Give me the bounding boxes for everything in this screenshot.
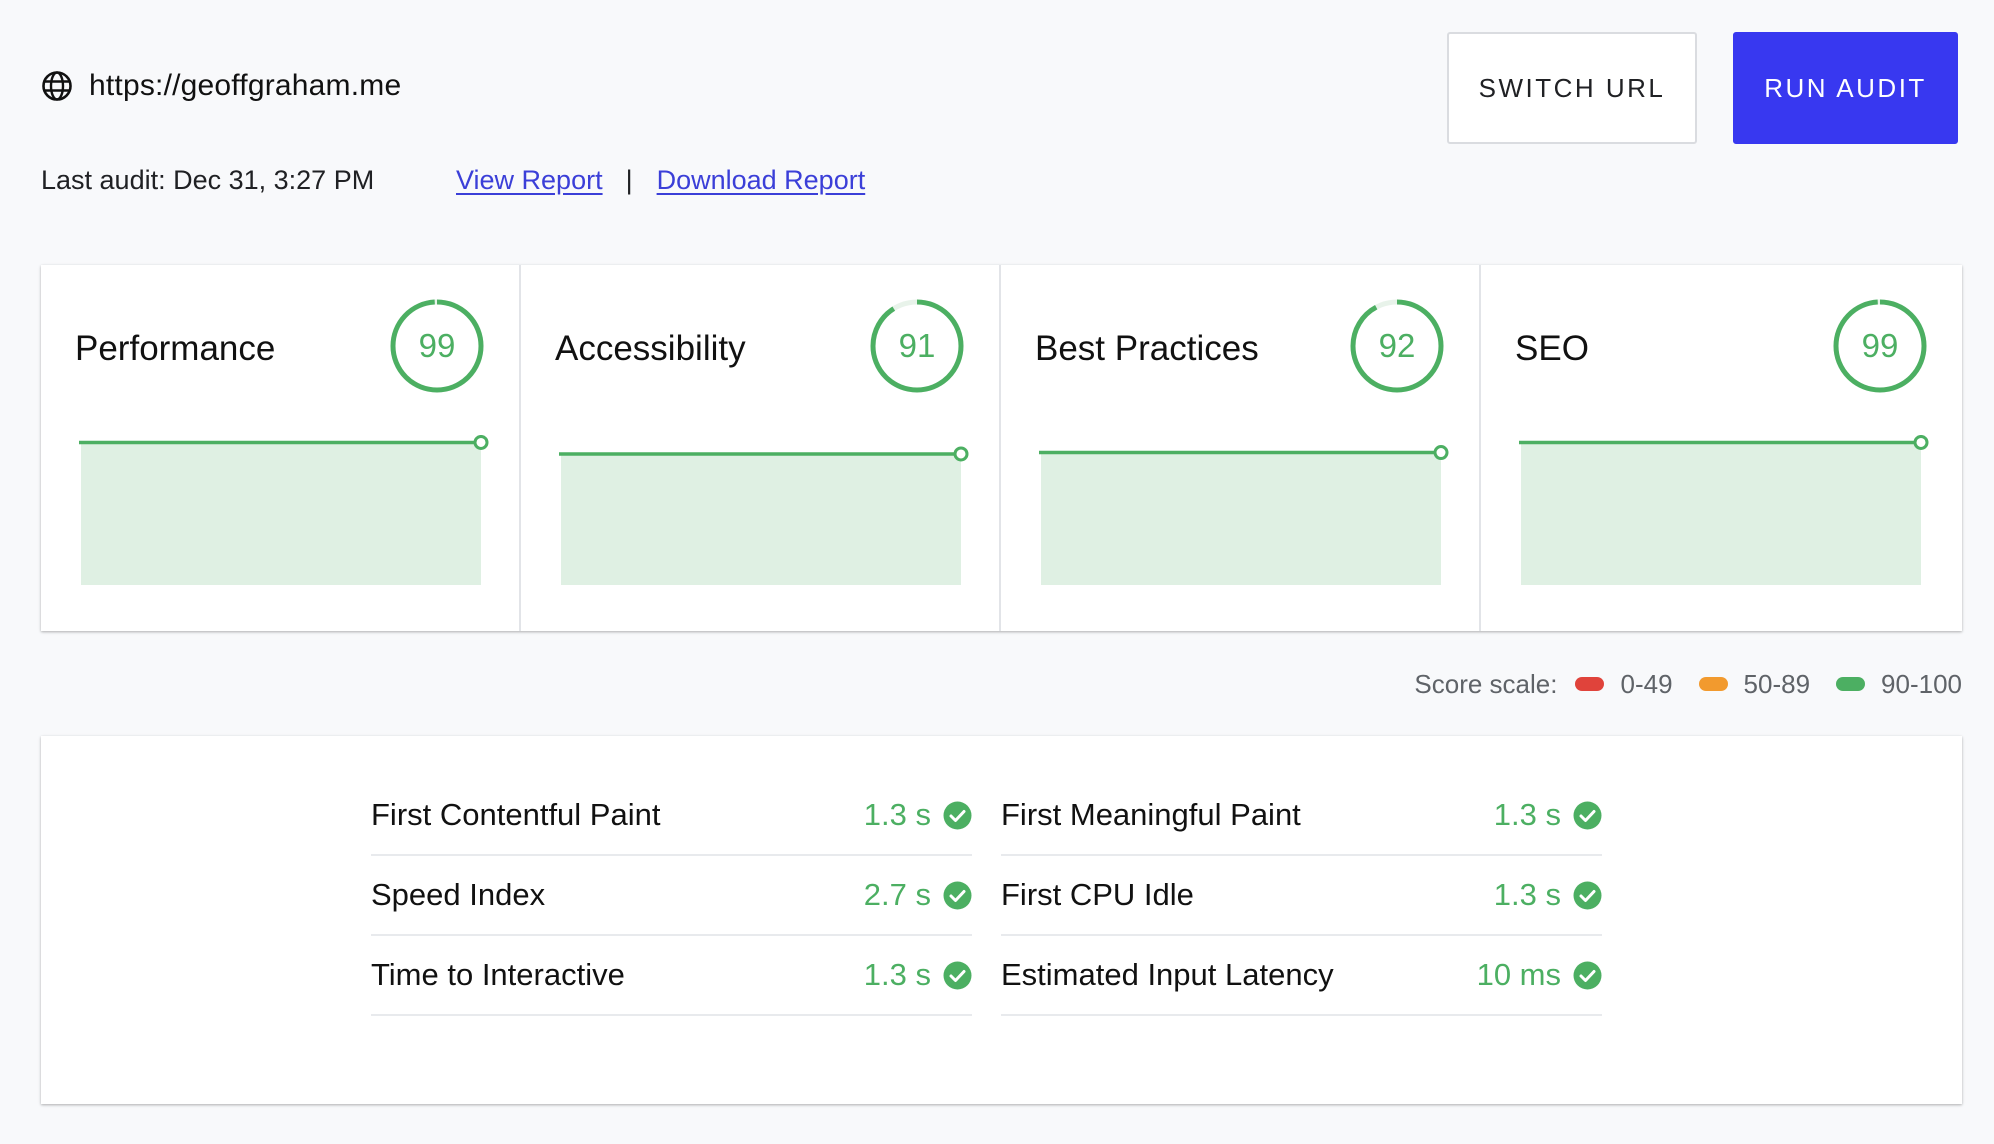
score-value: 99 (418, 327, 456, 364)
score-value: 91 (898, 327, 936, 364)
run-audit-button[interactable]: RUN AUDIT (1733, 32, 1958, 144)
audit-meta: Last audit: Dec 31, 3:27 PM View Report … (41, 160, 865, 200)
site-url: https://geoffgraham.me (89, 69, 402, 102)
metric-row: Time to Interactive 1.3 s (371, 936, 972, 1016)
metric-name: Estimated Input Latency (1001, 957, 1334, 992)
metric-row: Estimated Input Latency 10 ms (1001, 936, 1602, 1016)
score-scale-label: Score scale: (1414, 668, 1558, 699)
trend-point (473, 435, 489, 450)
score-trend-chart (1039, 445, 1449, 585)
metric-value: 1.3 s (1493, 877, 1561, 912)
view-report-link[interactable]: View Report (456, 165, 603, 196)
score-scale-poor-swatch (1575, 677, 1605, 691)
metric-value: 10 ms (1476, 957, 1561, 992)
score-card-seo[interactable]: SEO 99 (1481, 265, 1962, 631)
score-gauge: 99 (388, 297, 486, 395)
site-header: https://geoffgraham.me (41, 66, 401, 106)
score-card-performance[interactable]: Performance 99 (41, 265, 521, 631)
trend-area (81, 442, 481, 585)
score-value: 92 (1378, 327, 1416, 364)
metric-row: Speed Index 2.7 s (371, 856, 972, 936)
score-value: 99 (1861, 327, 1899, 364)
metric-name: First CPU Idle (1001, 877, 1194, 912)
metric-name: First Contentful Paint (371, 797, 661, 832)
metric-row: First CPU Idle 1.3 s (1001, 856, 1602, 936)
metric-name: Speed Index (371, 877, 546, 912)
last-audit-text: Last audit: Dec 31, 3:27 PM (41, 164, 375, 195)
score-cards: Performance 99 Accessibility 91 Best Pra… (41, 265, 1962, 631)
metric-value: 1.3 s (863, 797, 931, 832)
card-title: Accessibility (555, 329, 746, 368)
trend-area (1041, 452, 1441, 585)
score-scale-average-range: 50-89 (1743, 668, 1811, 699)
link-separator: | (625, 164, 633, 195)
score-trend-chart (79, 435, 489, 585)
score-scale-good-swatch (1836, 677, 1866, 691)
score-card-accessibility[interactable]: Accessibility 91 (521, 265, 1001, 631)
score-gauge: 99 (1831, 297, 1929, 395)
metric-value: 1.3 s (863, 957, 931, 992)
metrics-column-right: First Meaningful Paint 1.3 s First CPU I… (1001, 776, 1602, 1016)
check-circle-icon (1573, 961, 1602, 989)
metric-name: First Meaningful Paint (1001, 797, 1301, 832)
trend-point (1433, 445, 1449, 461)
score-trend-chart (559, 446, 969, 585)
score-card-best-practices[interactable]: Best Practices 92 (1001, 265, 1481, 631)
score-trend-chart (1519, 435, 1929, 585)
trend-area (561, 453, 961, 585)
check-circle-icon (1573, 801, 1602, 829)
trend-area (1521, 442, 1921, 585)
metric-name: Time to Interactive (371, 957, 625, 992)
metric-row: First Meaningful Paint 1.3 s (1001, 776, 1602, 856)
score-scale-average-swatch (1698, 677, 1728, 691)
metric-value: 1.3 s (1493, 797, 1561, 832)
metrics-column-left: First Contentful Paint 1.3 s Speed Index… (371, 776, 972, 1016)
card-title: SEO (1515, 329, 1589, 368)
check-circle-icon (943, 961, 972, 989)
card-title: Best Practices (1035, 329, 1259, 368)
score-scale-good-range: 90-100 (1881, 668, 1962, 699)
check-circle-icon (943, 881, 972, 909)
metric-value: 2.7 s (863, 877, 931, 912)
switch-url-button[interactable]: SWITCH URL (1447, 32, 1697, 144)
check-circle-icon (1573, 881, 1602, 909)
score-gauge: 91 (868, 297, 966, 395)
download-report-link[interactable]: Download Report (657, 165, 866, 196)
score-scale-poor-range: 0-49 (1620, 668, 1673, 699)
globe-icon (41, 70, 73, 102)
card-title: Performance (75, 329, 276, 368)
score-gauge: 92 (1348, 297, 1446, 395)
lighthouse-dashboard: https://geoffgraham.me Last audit: Dec 3… (0, 0, 1994, 1144)
score-scale-legend: Score scale: 0-49 50-89 90-100 (1414, 666, 1962, 702)
metric-row: First Contentful Paint 1.3 s (371, 776, 972, 856)
trend-point (953, 446, 969, 462)
check-circle-icon (943, 801, 972, 829)
trend-point (1913, 435, 1929, 450)
metrics-panel: First Contentful Paint 1.3 s Speed Index… (41, 736, 1962, 1104)
